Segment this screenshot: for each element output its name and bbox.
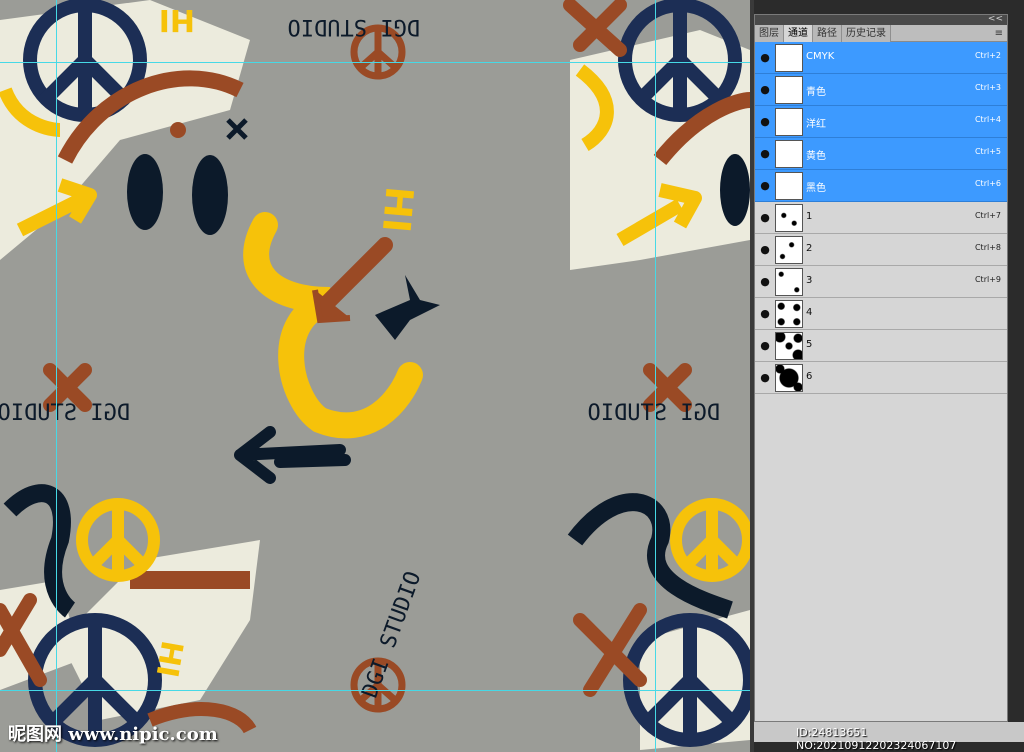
channel-row-4[interactable]: ● 4 xyxy=(755,298,1007,330)
channel-thumbnail xyxy=(775,172,803,200)
channel-row-2[interactable]: ● 2 Ctrl+8 xyxy=(755,234,1007,266)
channel-name: 4 xyxy=(806,307,813,318)
right-edge xyxy=(1008,0,1024,752)
channel-thumbnail xyxy=(775,364,803,392)
panel-tabs: 图层 通道 路径 历史记录 ≡ xyxy=(755,25,1007,42)
collapse-icon[interactable]: << xyxy=(988,14,1003,24)
guide-vertical-right[interactable] xyxy=(655,0,656,752)
channel-row-6[interactable]: ● 6 xyxy=(755,362,1007,394)
panel-menu-icon[interactable]: ≡ xyxy=(995,25,1003,42)
image-id-text: ID:24813651 NO:20210912202324067107 xyxy=(796,726,957,752)
channel-row-black[interactable]: ● 黑色 Ctrl+6 xyxy=(755,170,1007,202)
channel-shortcut: Ctrl+5 xyxy=(974,147,1001,156)
channel-shortcut: Ctrl+8 xyxy=(974,243,1001,252)
svg-text:HI: HI xyxy=(374,185,422,235)
eye-icon[interactable]: ● xyxy=(757,338,773,354)
channel-thumbnail xyxy=(775,44,803,72)
channel-name: 黑色 xyxy=(806,183,826,194)
channel-thumbnail xyxy=(775,140,803,168)
pattern-artwork: HI HI HI DGI STUDIO DGI STUDIO DGI STUDI… xyxy=(0,0,750,750)
channel-name: CMYK xyxy=(806,51,835,62)
channel-shortcut: Ctrl+3 xyxy=(974,83,1001,92)
eye-icon[interactable]: ● xyxy=(757,178,773,194)
channel-row-cmyk[interactable]: ● CMYK Ctrl+2 xyxy=(755,42,1007,74)
channel-row-5[interactable]: ● 5 xyxy=(755,330,1007,362)
eye-icon[interactable]: ● xyxy=(757,114,773,130)
panel-header-bar: << xyxy=(755,14,1007,25)
eye-icon[interactable]: ● xyxy=(757,146,773,162)
channel-thumbnail xyxy=(775,332,803,360)
channel-thumbnail xyxy=(775,236,803,264)
guide-horizontal-top[interactable] xyxy=(0,62,750,63)
channel-shortcut: Ctrl+4 xyxy=(974,115,1001,124)
eye-icon[interactable]: ● xyxy=(757,50,773,66)
channel-thumbnail xyxy=(775,268,803,296)
channel-name: 洋红 xyxy=(806,119,826,130)
eye-icon[interactable]: ● xyxy=(757,242,773,258)
svg-text:HI: HI xyxy=(159,2,195,37)
channel-thumbnail xyxy=(775,108,803,136)
channel-row-yellow[interactable]: ● 黄色 Ctrl+5 xyxy=(755,138,1007,170)
eye-icon[interactable]: ● xyxy=(757,306,773,322)
watermark: 昵图网 www.nipic.com xyxy=(8,724,218,745)
eye-icon[interactable]: ● xyxy=(757,82,773,98)
channel-thumbnail xyxy=(775,204,803,232)
channel-shortcut: Ctrl+9 xyxy=(974,275,1001,284)
channel-list: ● CMYK Ctrl+2 ● 青色 Ctrl+3 ● 洋红 Ctrl+4 ● … xyxy=(755,42,1007,394)
channel-shortcut: Ctrl+6 xyxy=(974,179,1001,188)
channel-name: 6 xyxy=(806,371,813,382)
svg-text:DGI STUDIO: DGI STUDIO xyxy=(358,568,427,701)
eye-icon[interactable]: ● xyxy=(757,274,773,290)
channel-name: 1 xyxy=(806,211,813,222)
svg-text:DGI STUDIO: DGI STUDIO xyxy=(588,401,720,426)
channel-name: 3 xyxy=(806,275,813,286)
channel-shortcut: Ctrl+7 xyxy=(974,211,1001,220)
eye-icon[interactable]: ● xyxy=(757,370,773,386)
channel-shortcut: Ctrl+2 xyxy=(974,51,1001,60)
channel-name: 黄色 xyxy=(806,151,826,162)
svg-text:DGI STUDIO: DGI STUDIO xyxy=(288,14,420,39)
tab-paths[interactable]: 路径 xyxy=(813,25,842,42)
tab-layers[interactable]: 图层 xyxy=(755,25,784,42)
tab-channels[interactable]: 通道 xyxy=(784,25,813,42)
channel-row-magenta[interactable]: ● 洋红 Ctrl+4 xyxy=(755,106,1007,138)
tab-history[interactable]: 历史记录 xyxy=(842,25,891,42)
channel-name: 2 xyxy=(806,243,813,254)
channel-row-3[interactable]: ● 3 Ctrl+9 xyxy=(755,266,1007,298)
guide-vertical-left[interactable] xyxy=(56,0,57,752)
svg-text:DGI STUDIO: DGI STUDIO xyxy=(0,401,130,426)
eye-icon[interactable]: ● xyxy=(757,210,773,226)
channel-row-cyan[interactable]: ● 青色 Ctrl+3 xyxy=(755,74,1007,106)
channel-name: 5 xyxy=(806,339,813,350)
guide-horizontal-bottom[interactable] xyxy=(0,690,750,691)
channel-row-1[interactable]: ● 1 Ctrl+7 xyxy=(755,202,1007,234)
document-canvas[interactable]: HI HI HI DGI STUDIO DGI STUDIO DGI STUDI… xyxy=(0,0,750,752)
channel-thumbnail xyxy=(775,300,803,328)
channel-thumbnail xyxy=(775,76,803,104)
channels-panel: << 图层 通道 路径 历史记录 ≡ ● CMYK Ctrl+2 ● 青色 Ct… xyxy=(754,14,1008,722)
svg-text:HI: HI xyxy=(149,638,190,680)
channel-name: 青色 xyxy=(806,87,826,98)
